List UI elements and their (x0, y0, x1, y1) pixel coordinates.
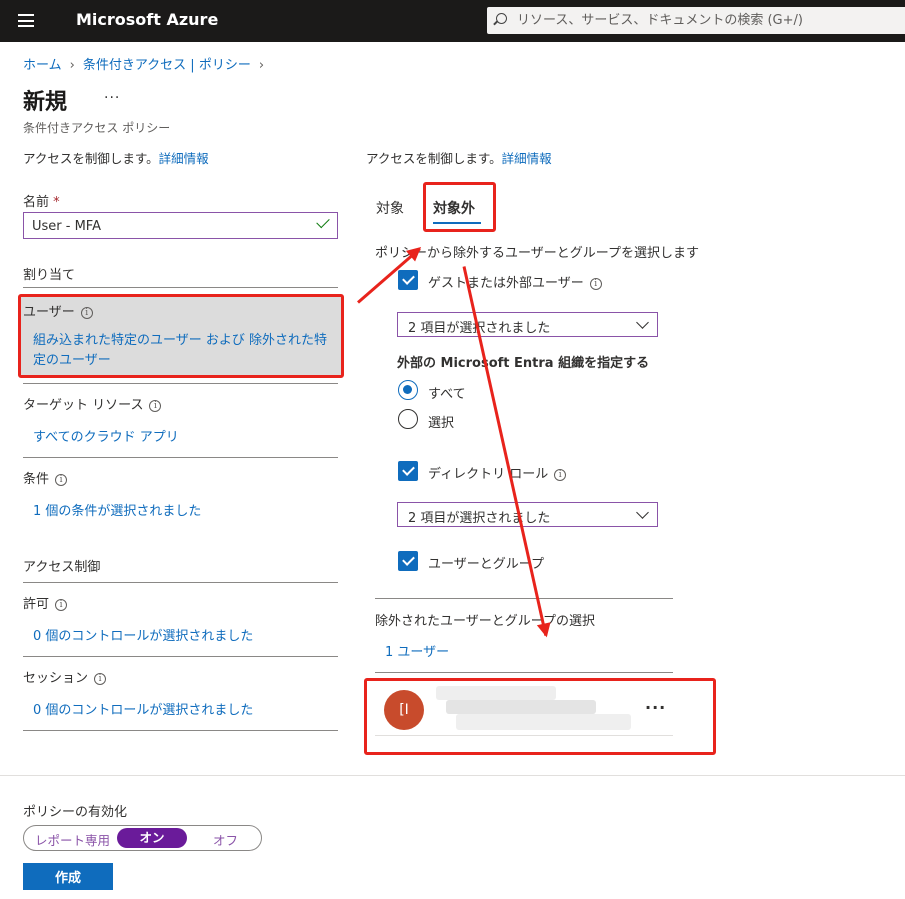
guest-external-checkbox[interactable] (398, 270, 418, 290)
top-bar: Microsoft Azure (0, 0, 905, 42)
users-groups-checkbox[interactable] (398, 551, 418, 571)
excluded-users-header: 除外されたユーザーとグループの選択 (375, 614, 595, 629)
breadcrumb: ホーム › 条件付きアクセス | ポリシー › (23, 54, 272, 73)
excluded-users-link[interactable]: 1 ユーザー (385, 641, 449, 660)
access-controls-header: アクセス制御 (23, 560, 101, 575)
users-label: ユーザー i (23, 301, 93, 320)
hamburger-menu-icon[interactable] (18, 14, 34, 27)
info-icon[interactable]: i (55, 473, 68, 486)
divider (375, 598, 673, 599)
divider (375, 735, 673, 736)
assignments-header: 割り当て (23, 268, 76, 283)
chevron-right-icon: › (258, 58, 265, 73)
divider (23, 582, 338, 583)
session-link[interactable]: 0 個のコントロールが選択されました (33, 699, 253, 718)
more-options-icon[interactable]: ··· (104, 90, 120, 106)
users-assignment-link[interactable]: 組み込まれた特定のユーザー および 除外された特定のユーザー (33, 331, 333, 371)
right-description: アクセスを制御します。詳細情報 (366, 151, 552, 166)
directory-roles-dropdown[interactable]: 2 項目が選択されました (397, 502, 658, 527)
radio-all-label: すべて (428, 387, 466, 402)
target-resources-label: ターゲット リソース i (23, 394, 162, 413)
radio-select[interactable] (398, 409, 418, 429)
learn-more-link[interactable]: 詳細情報 (502, 151, 552, 166)
grant-link[interactable]: 0 個のコントロールが選択されました (33, 625, 253, 644)
left-description: アクセスを制御します。詳細情報 (23, 151, 209, 166)
required-marker: * (53, 195, 60, 210)
conditions-link[interactable]: 1 個の条件が選択されました (33, 500, 201, 519)
info-icon[interactable]: i (149, 399, 162, 412)
directory-roles-label: ディレクトリ ロール i (428, 463, 567, 482)
breadcrumb-home[interactable]: ホーム (23, 58, 62, 73)
name-label: 名前 * (23, 195, 60, 210)
avatar: [I (384, 690, 424, 730)
breadcrumb-policies[interactable]: 条件付きアクセス | ポリシー (83, 58, 251, 73)
brand-title[interactable]: Microsoft Azure (76, 10, 218, 29)
exclude-tab-highlight-box (423, 182, 496, 232)
redacted-email (456, 714, 631, 730)
radio-all[interactable] (398, 380, 418, 400)
enable-policy-label: ポリシーの有効化 (23, 805, 128, 820)
toggle-report-only[interactable]: レポート専用 (35, 830, 110, 849)
chevron-down-icon (636, 316, 649, 329)
info-icon[interactable]: i (554, 468, 567, 481)
guest-type-dropdown[interactable]: 2 項目が選択されました (397, 312, 658, 337)
page-title: 新規 (23, 90, 68, 115)
info-icon[interactable]: i (80, 306, 93, 319)
policy-name-field[interactable] (23, 212, 338, 239)
divider (23, 730, 338, 731)
directory-roles-checkbox[interactable] (398, 461, 418, 481)
divider (23, 457, 338, 458)
page-subtitle: 条件付きアクセス ポリシー (23, 121, 171, 135)
info-icon[interactable]: i (55, 598, 68, 611)
session-label: セッション i (23, 667, 107, 686)
external-org-header: 外部の Microsoft Entra 組織を指定する (397, 356, 650, 371)
info-icon[interactable]: i (589, 277, 602, 290)
target-resources-link[interactable]: すべてのクラウド アプリ (33, 426, 179, 445)
tab-include[interactable]: 対象 (376, 198, 404, 218)
divider (23, 383, 338, 384)
redacted-name (446, 700, 596, 714)
grant-label: 許可 i (23, 593, 68, 612)
learn-more-link[interactable]: 詳細情報 (159, 151, 209, 166)
divider (23, 287, 338, 288)
guest-external-label: ゲストまたは外部ユーザー i (428, 272, 602, 291)
divider (375, 672, 673, 673)
redacted-name (436, 686, 556, 700)
conditions-label: 条件 i (23, 468, 68, 487)
more-options-icon[interactable]: ··· (645, 698, 666, 717)
radio-select-label: 選択 (428, 416, 455, 431)
check-icon (316, 214, 330, 229)
toggle-on[interactable]: オン (117, 828, 187, 848)
create-button[interactable]: 作成 (23, 863, 113, 890)
chevron-right-icon: › (69, 58, 75, 73)
chevron-down-icon (636, 506, 649, 519)
info-icon[interactable]: i (94, 672, 107, 685)
global-search[interactable] (487, 7, 905, 34)
search-input[interactable] (517, 11, 897, 30)
divider (23, 656, 338, 657)
search-icon (496, 13, 507, 24)
toggle-off[interactable]: オフ (213, 830, 238, 849)
footer-divider (0, 775, 905, 776)
policy-name-input[interactable] (32, 217, 302, 235)
